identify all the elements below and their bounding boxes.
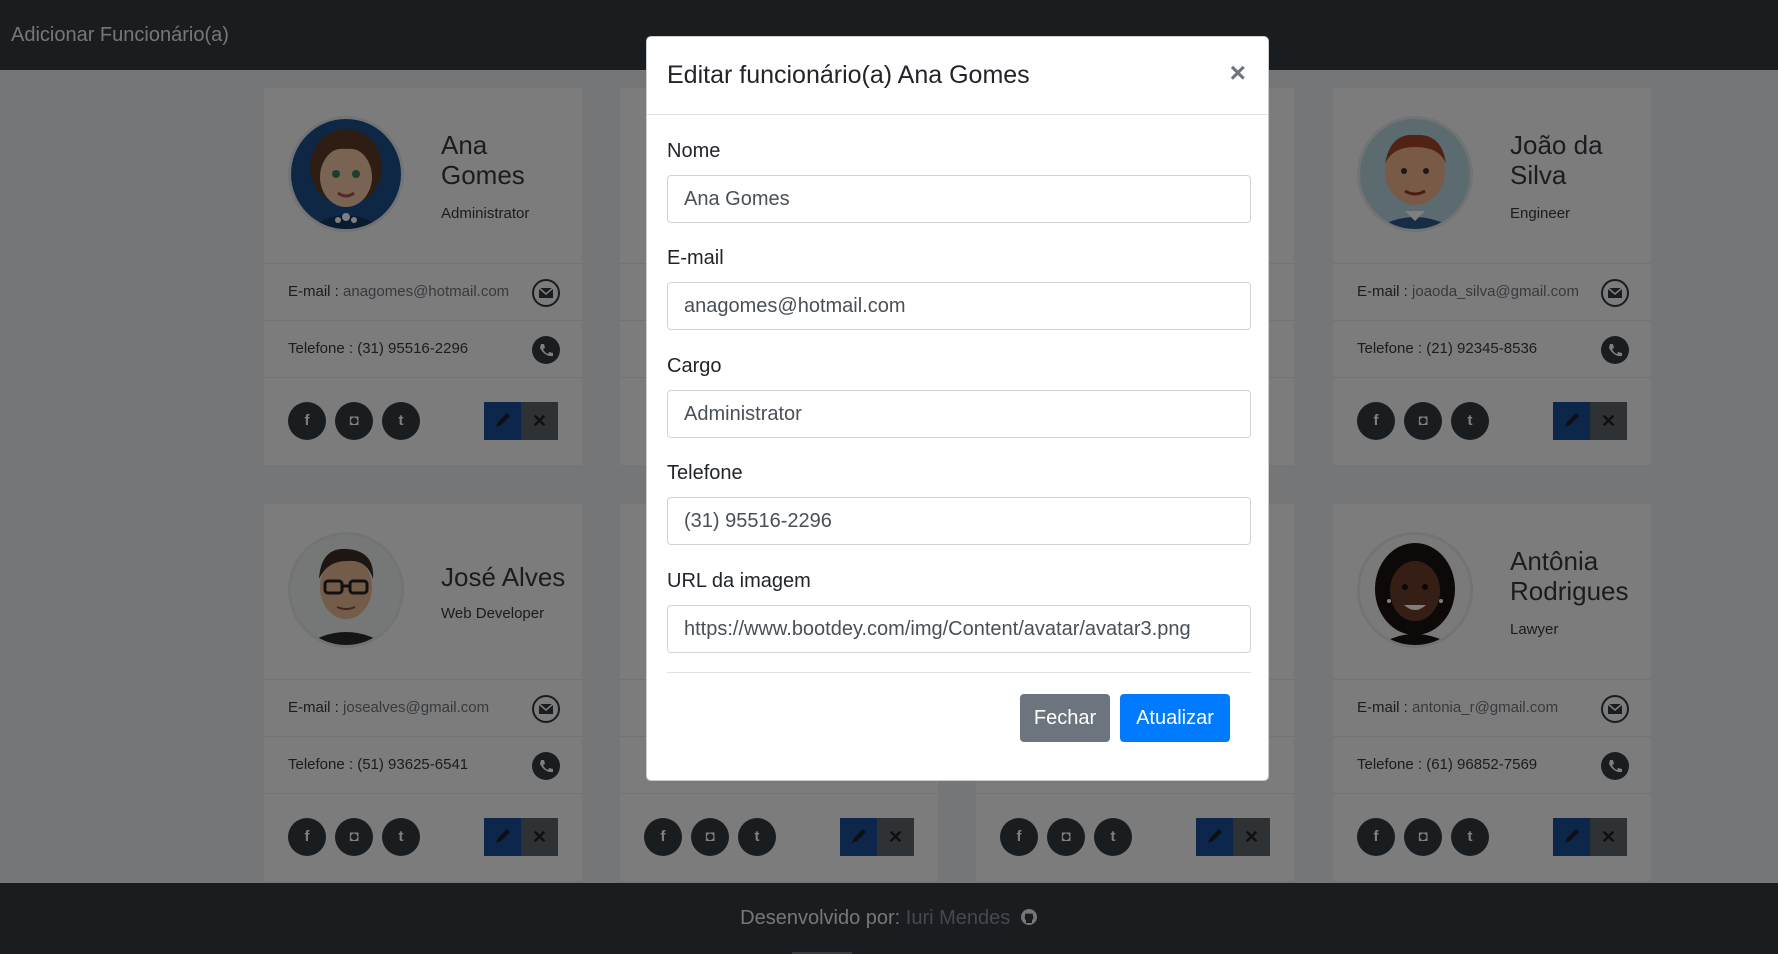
phone-input[interactable]: (31) 95516-2296 (667, 497, 1251, 545)
modal-header: Editar funcionário(a) Ana Gomes × (647, 37, 1268, 115)
role-label: Cargo (667, 355, 722, 377)
update-button[interactable]: Atualizar (1120, 694, 1230, 742)
phone-label: Telefone (667, 462, 743, 484)
modal-title: Editar funcionário(a) Ana Gomes (667, 61, 1030, 89)
name-label: Nome (667, 140, 721, 162)
name-input[interactable]: Ana Gomes (667, 175, 1251, 223)
image-url-input[interactable]: https://www.bootdey.com/img/Content/avat… (667, 605, 1251, 653)
image-url-label: URL da imagem (667, 570, 811, 592)
email-label: E-mail (667, 247, 724, 269)
modal-divider (667, 672, 1251, 673)
close-icon[interactable]: × (1230, 57, 1246, 89)
role-input[interactable]: Administrator (667, 390, 1251, 438)
email-input[interactable]: anagomes@hotmail.com (667, 282, 1251, 330)
close-button[interactable]: Fechar (1020, 694, 1110, 742)
edit-employee-modal: Editar funcionário(a) Ana Gomes × Nome A… (646, 36, 1269, 781)
